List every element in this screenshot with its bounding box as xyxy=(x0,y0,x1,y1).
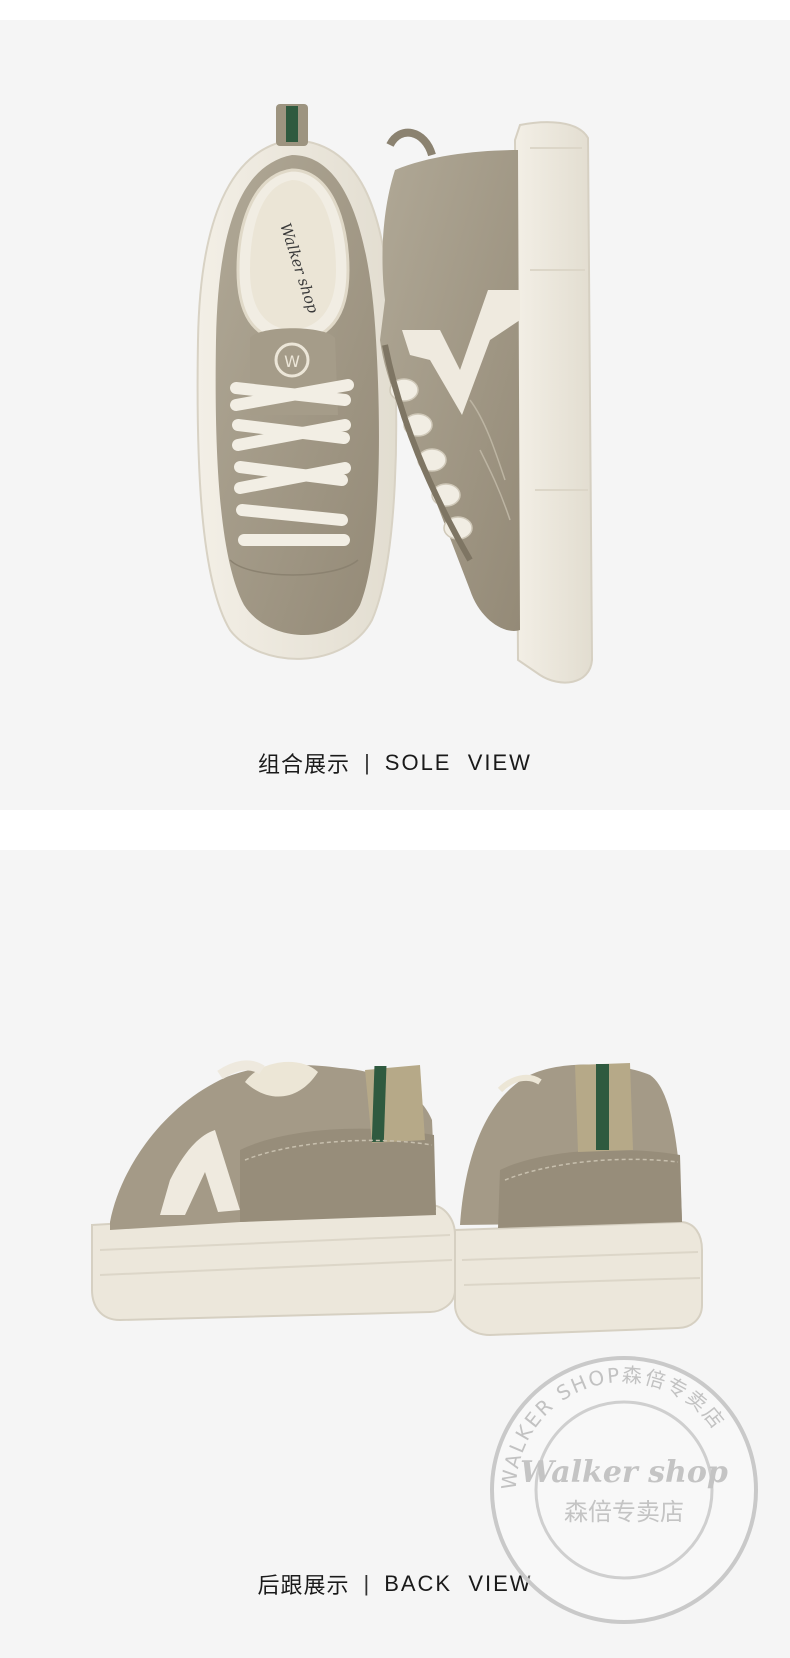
caption-separator: | xyxy=(363,1571,371,1596)
sole-view-caption: 组合展示 | SOLE VIEW xyxy=(0,747,790,779)
right-shoe-side-view xyxy=(380,121,594,684)
sole-view-panel: Walker shop W 组合展示 | SOLE VIEW xyxy=(0,20,790,810)
back-view-caption-cn: 后跟展示 xyxy=(257,1574,350,1599)
back-view-photo xyxy=(91,1060,703,1337)
sole-view-caption-en: SOLE VIEW xyxy=(384,750,532,775)
left-shoe-rear-view xyxy=(91,1060,456,1322)
back-view-caption: 后跟展示 | BACK VIEW xyxy=(0,1568,790,1600)
back-view-panel: 后跟展示 | BACK VIEW xyxy=(0,850,790,1658)
left-shoe-top-view: Walker shop W xyxy=(196,104,398,660)
back-view-caption-en: BACK VIEW xyxy=(384,1571,533,1596)
caption-separator: | xyxy=(364,750,371,775)
svg-text:W: W xyxy=(284,352,300,371)
sole-view-photo: Walker shop W xyxy=(196,104,594,684)
sole-view-caption-cn: 组合展示 xyxy=(258,753,351,778)
right-shoe-rear-view xyxy=(454,1063,703,1337)
